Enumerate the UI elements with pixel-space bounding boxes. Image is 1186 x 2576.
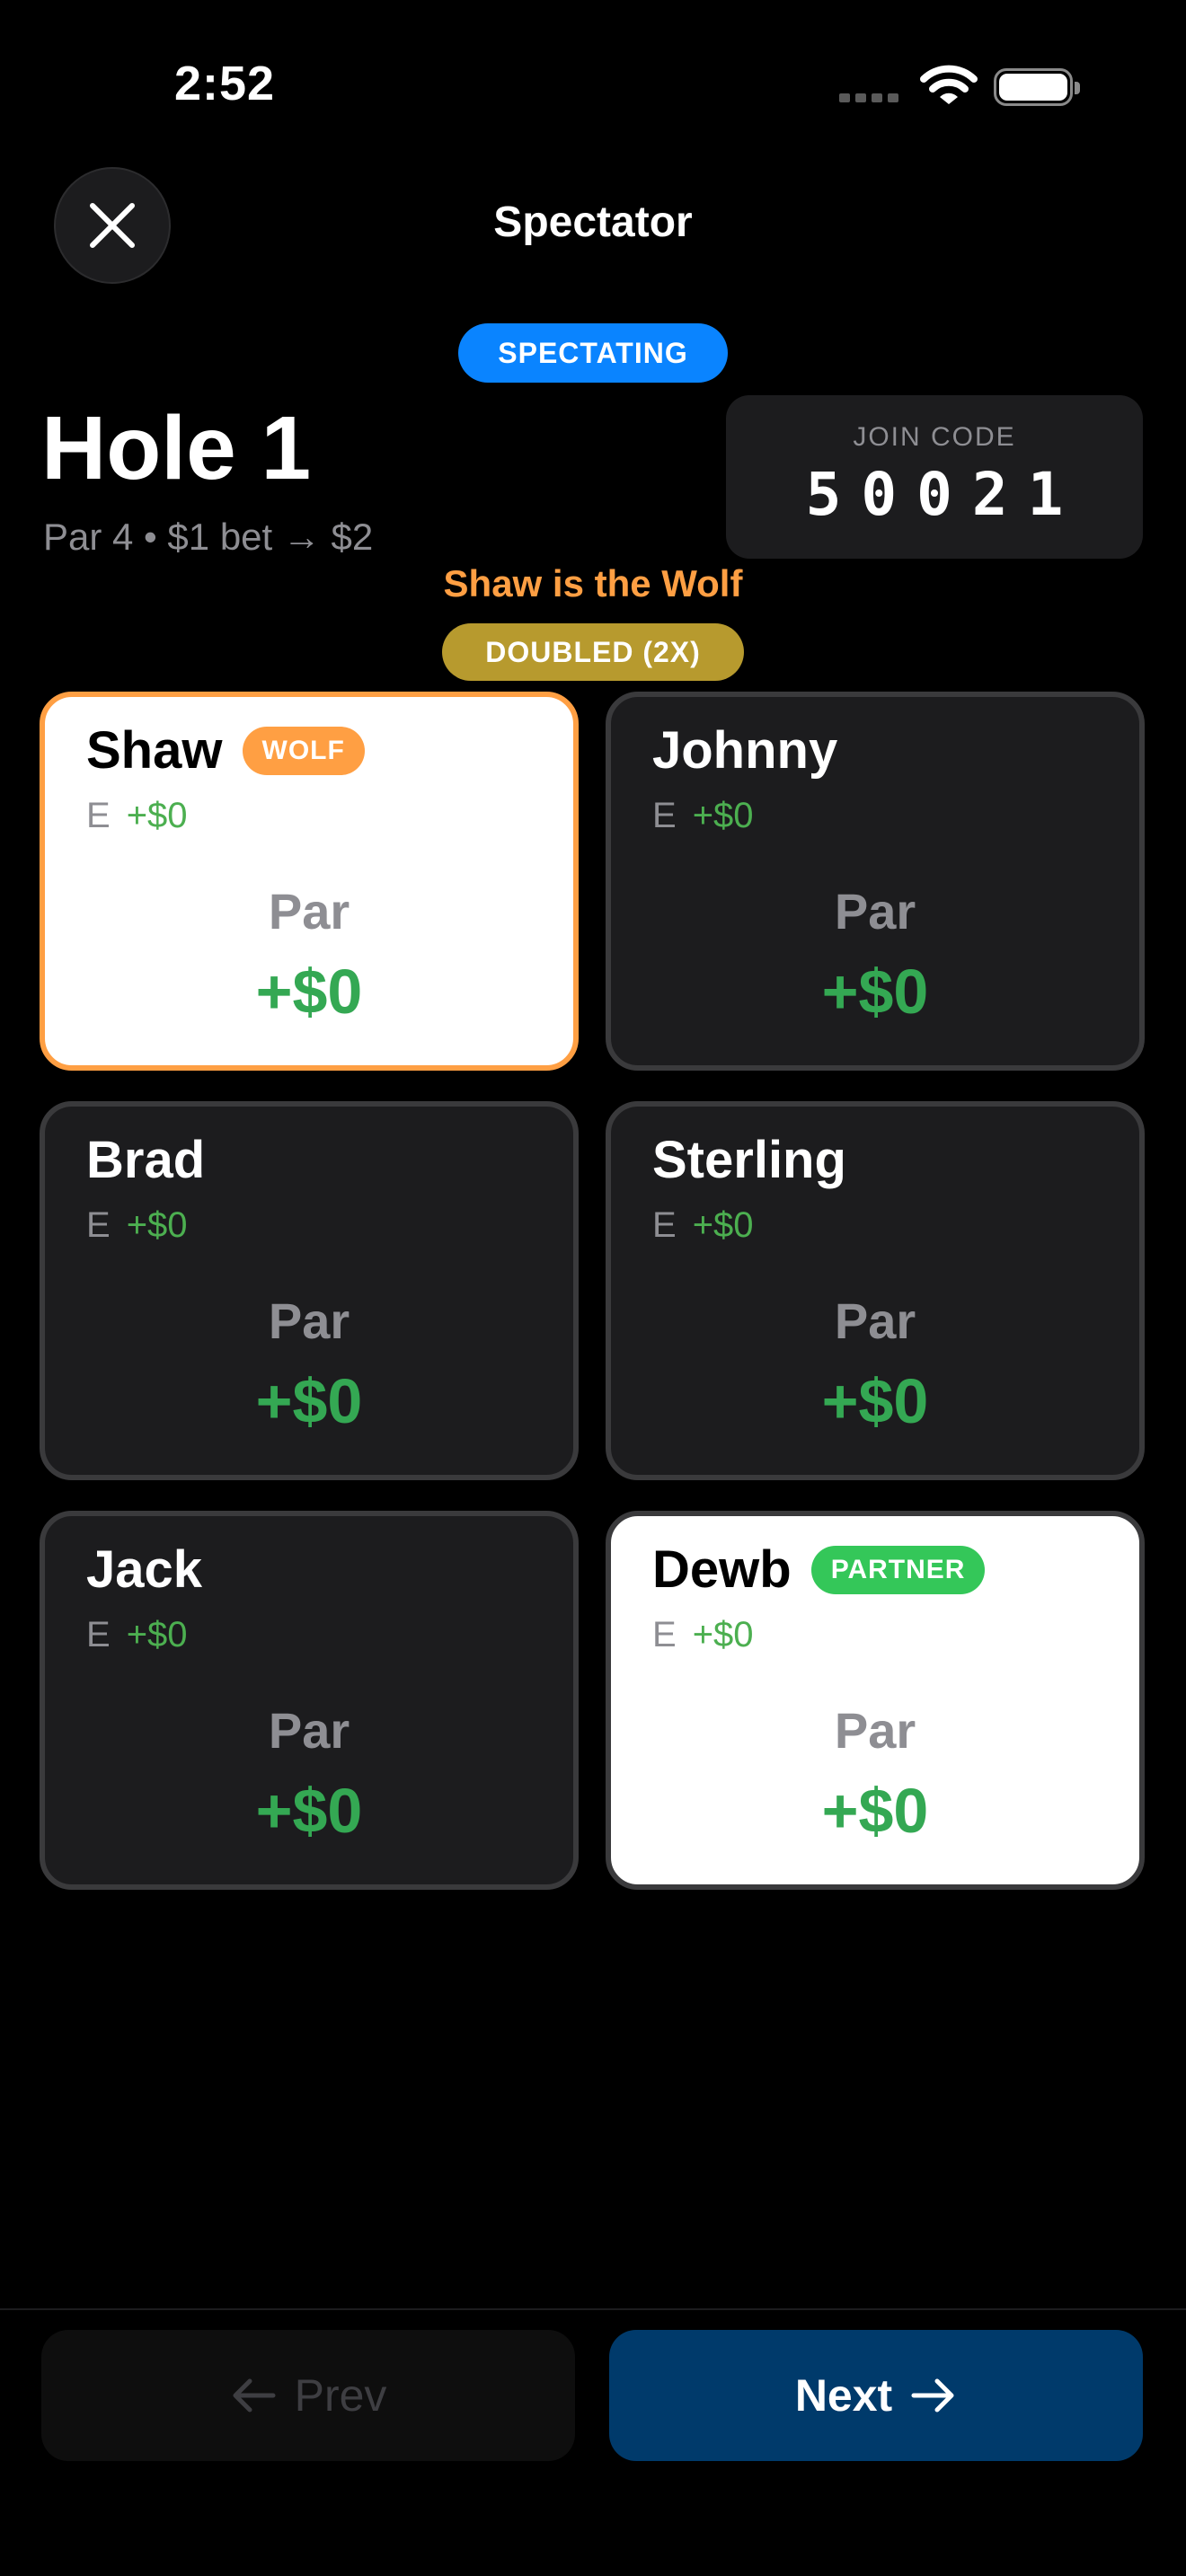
player-card-shaw[interactable]: Shaw WOLF E +$0 Par +$0 bbox=[40, 692, 579, 1071]
wifi-icon bbox=[920, 65, 978, 104]
nav-title: Spectator bbox=[493, 198, 693, 246]
arrow-right-icon bbox=[911, 2378, 954, 2413]
player-name: Dewb bbox=[652, 1540, 792, 1599]
player-total-score: E bbox=[86, 1615, 111, 1654]
player-total-money: +$0 bbox=[692, 1205, 754, 1245]
player-total-score: E bbox=[86, 1205, 111, 1245]
doubled-badge: DOUBLED (2X) bbox=[442, 623, 744, 681]
spectating-badge: SPECTATING bbox=[458, 323, 728, 383]
player-name: Shaw bbox=[86, 721, 223, 780]
player-hole-money: +$0 bbox=[821, 957, 929, 1027]
prev-button-label: Prev bbox=[294, 2370, 387, 2421]
player-total-score: E bbox=[652, 1615, 677, 1654]
prev-button[interactable]: Prev bbox=[41, 2330, 575, 2461]
wolf-announcement: Shaw is the Wolf bbox=[443, 562, 743, 604]
join-code-box: JOIN CODE 50021 bbox=[726, 395, 1143, 559]
status-time: 2:52 bbox=[174, 57, 276, 110]
player-total-money: +$0 bbox=[126, 796, 188, 835]
player-name: Sterling bbox=[652, 1131, 846, 1189]
partner-badge: PARTNER bbox=[810, 1545, 986, 1594]
player-hole-result: Par bbox=[268, 1702, 350, 1759]
player-card-sterling[interactable]: Sterling E +$0 Par +$0 bbox=[606, 1101, 1145, 1480]
player-hole-money: +$0 bbox=[255, 1776, 363, 1846]
player-card-brad[interactable]: Brad E +$0 Par +$0 bbox=[40, 1101, 579, 1480]
battery-icon bbox=[994, 68, 1080, 106]
player-hole-result: Par bbox=[268, 1292, 350, 1349]
next-button[interactable]: Next bbox=[609, 2330, 1143, 2461]
player-hole-money: +$0 bbox=[255, 1366, 363, 1436]
player-hole-money: +$0 bbox=[821, 1776, 929, 1846]
player-hole-result: Par bbox=[268, 883, 350, 940]
footer-divider bbox=[0, 2308, 1186, 2310]
player-hole-money: +$0 bbox=[255, 957, 363, 1027]
player-total-score: E bbox=[86, 796, 111, 835]
player-hole-result: Par bbox=[834, 1292, 916, 1349]
player-name: Jack bbox=[86, 1540, 203, 1599]
next-button-label: Next bbox=[794, 2370, 893, 2421]
player-card-jack[interactable]: Jack E +$0 Par +$0 bbox=[40, 1511, 579, 1890]
join-code-label: JOIN CODE bbox=[853, 422, 1016, 452]
player-hole-money: +$0 bbox=[821, 1366, 929, 1436]
cellular-signal-icon bbox=[839, 93, 898, 102]
player-name: Brad bbox=[86, 1131, 206, 1189]
player-total-money: +$0 bbox=[126, 1205, 188, 1245]
player-name: Johnny bbox=[652, 721, 838, 780]
player-hole-result: Par bbox=[834, 883, 916, 940]
player-card-johnny[interactable]: Johnny E +$0 Par +$0 bbox=[606, 692, 1145, 1071]
player-total-money: +$0 bbox=[692, 1615, 754, 1654]
player-total-money: +$0 bbox=[126, 1615, 188, 1654]
arrow-left-icon bbox=[233, 2378, 276, 2413]
player-total-score: E bbox=[652, 796, 677, 835]
wolf-badge: WOLF bbox=[242, 726, 365, 775]
player-total-score: E bbox=[652, 1205, 677, 1245]
hole-subtitle: Par 4 • $1 bet → $2 bbox=[43, 516, 374, 558]
player-hole-result: Par bbox=[834, 1702, 916, 1759]
player-total-money: +$0 bbox=[692, 796, 754, 835]
hole-title: Hole 1 bbox=[41, 398, 312, 498]
player-card-dewb[interactable]: Dewb PARTNER E +$0 Par +$0 bbox=[606, 1511, 1145, 1890]
join-code-value: 50021 bbox=[805, 460, 1084, 529]
